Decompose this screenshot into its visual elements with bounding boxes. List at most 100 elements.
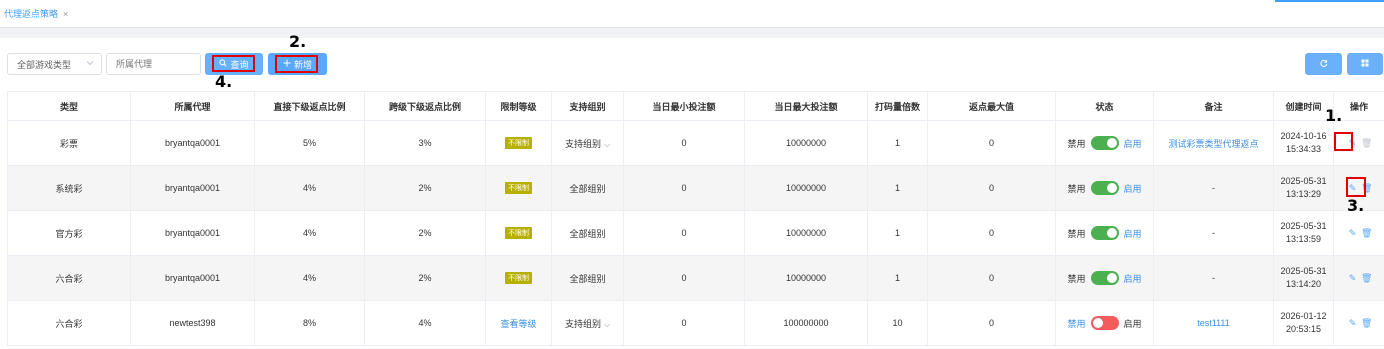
cell-rebate-max: 0 xyxy=(927,210,1056,256)
delete-icon[interactable]: 🗑︎ xyxy=(1361,228,1372,239)
cell-note: - xyxy=(1153,255,1274,301)
status-toggle[interactable] xyxy=(1090,181,1119,195)
cell-actions: ✎ 🗑︎ xyxy=(1333,210,1384,256)
edit-icon[interactable]: ✎ xyxy=(1348,273,1357,284)
cell-rebate-max: 0 xyxy=(927,165,1056,211)
header-note: 备注 xyxy=(1153,91,1274,121)
view-level-link[interactable]: 查看等级 xyxy=(500,319,536,329)
status-on-label: 启用 xyxy=(1123,228,1142,239)
cell-min: 0 xyxy=(623,300,745,346)
cell-limit: 查看等级 xyxy=(485,300,552,346)
header-rebate-max: 返点最大值 xyxy=(927,91,1056,121)
cell-group[interactable]: 支持组别 ⌵ xyxy=(551,120,624,166)
delete-icon[interactable]: 🗑︎ xyxy=(1361,138,1372,149)
cell-agent: newtest398 xyxy=(130,300,255,346)
agent-input[interactable] xyxy=(106,53,201,75)
cell-created: 2025-05-31 13:13:29 xyxy=(1273,165,1334,211)
cell-mult: 1 xyxy=(867,165,928,211)
cell-min: 0 xyxy=(623,165,745,211)
cell-limit: 不限制 xyxy=(485,165,552,211)
created-date: 2025-05-31 xyxy=(1280,176,1327,186)
header-min-bet: 当日最小投注额 xyxy=(623,91,745,121)
group-select-value[interactable]: 支持组别 xyxy=(565,139,601,149)
refresh-button[interactable] xyxy=(1305,53,1342,75)
limit-badge: 不限制 xyxy=(505,182,532,194)
edit-icon[interactable]: ✎ xyxy=(1348,228,1357,239)
cell-mult: 1 xyxy=(867,255,928,301)
note-link[interactable]: 测试彩票类型代理返点 xyxy=(1168,139,1258,149)
cell-group[interactable]: 支持组别 ⌵ xyxy=(551,300,624,346)
cell-created: 2024-10-16 15:34:33 xyxy=(1273,120,1334,166)
created-time: 13:13:29 xyxy=(1285,189,1322,199)
created-time: 13:13:59 xyxy=(1285,234,1322,244)
cell-max: 10000000 xyxy=(744,210,868,256)
cell-created: 2026-01-12 20:53:15 xyxy=(1273,300,1334,346)
game-type-select[interactable]: 全部游戏类型 xyxy=(7,53,102,75)
agent-field[interactable] xyxy=(116,59,196,69)
cell-status: 禁用 启用 xyxy=(1055,300,1154,346)
annotation-4: 4. xyxy=(215,72,233,91)
table-row: 彩票 bryantqa0001 5% 3% 不限制 支持组别 ⌵ 0 100000… xyxy=(7,120,1384,166)
edit-icon[interactable]: ✎ xyxy=(1348,318,1357,329)
cell-status: 禁用 启用 xyxy=(1055,120,1154,166)
cell-agent: bryantqa0001 xyxy=(130,210,255,256)
cell-cross: 4% xyxy=(364,300,486,346)
rebate-table: 类型 所属代理 直接下级返点比例 跨级下级返点比例 限制等级 支持组别 当日最小… xyxy=(7,91,1384,346)
column-settings-button[interactable] xyxy=(1347,53,1383,75)
status-toggle[interactable] xyxy=(1090,226,1119,240)
tab-bar: 代理返点策略 × xyxy=(0,0,1384,28)
cell-group: 全部组别 xyxy=(551,255,624,301)
note-link[interactable]: test1111 xyxy=(1197,318,1230,328)
cell-cross: 2% xyxy=(364,255,486,301)
chevron-down-icon[interactable]: ⌵ xyxy=(604,140,610,149)
cell-max: 10000000 xyxy=(744,255,868,301)
group-select-value[interactable]: 支持组别 xyxy=(565,319,601,329)
grid-icon xyxy=(1361,59,1369,69)
cell-direct: 4% xyxy=(254,210,365,256)
chevron-down-icon[interactable]: ⌵ xyxy=(604,320,610,329)
header-status: 状态 xyxy=(1055,91,1154,121)
tab-title: 代理返点策略 xyxy=(4,9,59,19)
limit-badge: 不限制 xyxy=(505,272,532,284)
cell-group: 全部组别 xyxy=(551,210,624,256)
cell-rebate-max: 0 xyxy=(927,255,1056,301)
cell-min: 0 xyxy=(623,210,745,256)
cell-rebate-max: 0 xyxy=(927,120,1056,166)
tab-agent-rebate-strategy[interactable]: 代理返点策略 × xyxy=(4,7,68,20)
cell-min: 0 xyxy=(623,255,745,301)
cell-agent: bryantqa0001 xyxy=(130,255,255,301)
cell-agent: bryantqa0001 xyxy=(130,120,255,166)
status-toggle[interactable] xyxy=(1090,271,1119,285)
created-date: 2025-05-31 xyxy=(1280,266,1327,276)
cell-direct: 4% xyxy=(254,255,365,301)
delete-icon[interactable]: 🗑︎ xyxy=(1361,318,1372,329)
cell-mult: 10 xyxy=(867,300,928,346)
highlight-query xyxy=(212,55,255,72)
highlight-delete-row2 xyxy=(1346,177,1366,197)
cell-agent: bryantqa0001 xyxy=(130,165,255,211)
cell-rebate-max: 0 xyxy=(927,300,1056,346)
highlight-add xyxy=(275,55,318,73)
status-toggle[interactable] xyxy=(1090,136,1119,150)
cell-created: 2025-05-31 13:13:59 xyxy=(1273,210,1334,256)
delete-icon[interactable]: 🗑︎ xyxy=(1361,273,1372,284)
close-icon[interactable]: × xyxy=(63,9,68,19)
status-off-label: 禁用 xyxy=(1067,228,1086,239)
game-type-select-value: 全部游戏类型 xyxy=(17,59,72,70)
header-turnover-multiple: 打码量倍数 xyxy=(867,91,928,121)
header-type: 类型 xyxy=(7,91,131,121)
tab-indicator xyxy=(1275,0,1384,2)
status-toggle[interactable] xyxy=(1090,316,1119,330)
header-group: 支持组别 xyxy=(551,91,624,121)
cell-max: 10000000 xyxy=(744,165,868,211)
cell-type: 六合彩 xyxy=(7,300,131,346)
cell-type: 彩票 xyxy=(7,120,131,166)
annotation-3: 3. xyxy=(1347,196,1365,215)
status-on-label: 启用 xyxy=(1123,183,1142,194)
created-time: 15:34:33 xyxy=(1285,144,1322,154)
cell-min: 0 xyxy=(623,120,745,166)
cell-limit: 不限制 xyxy=(485,210,552,256)
table-header-row: 类型 所属代理 直接下级返点比例 跨级下级返点比例 限制等级 支持组别 当日最小… xyxy=(7,91,1384,121)
annotation-1: 1. xyxy=(1325,106,1343,125)
main-panel: 全部游戏类型 查询 新增 xyxy=(0,32,1384,349)
